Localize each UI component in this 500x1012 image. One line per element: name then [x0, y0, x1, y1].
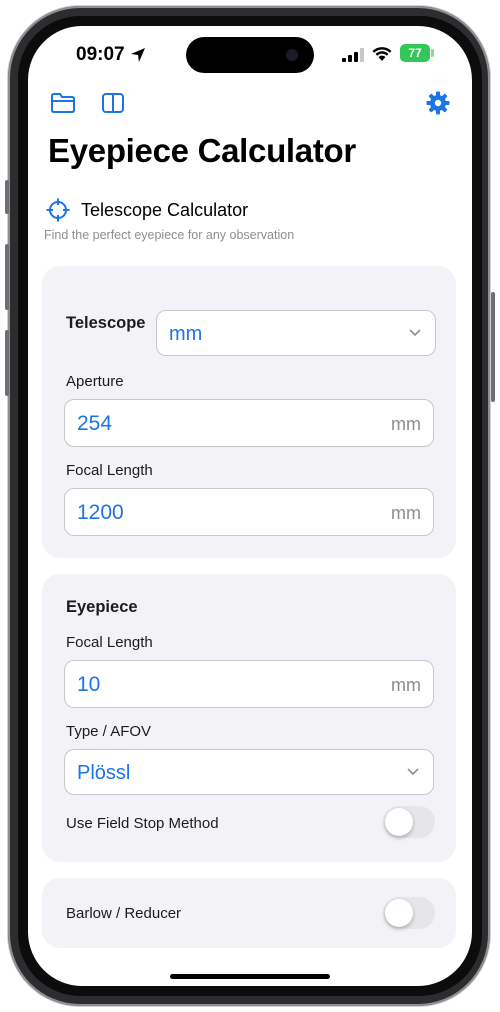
telescope-unit-value: mm — [169, 323, 203, 345]
action-button — [5, 180, 9, 214]
eyepiece-card: Eyepiece Focal Length 10 mm Type / AFOV … — [42, 574, 456, 862]
volume-down-button — [5, 330, 9, 396]
camera-icon — [286, 49, 298, 61]
chevron-down-icon — [407, 768, 419, 776]
location-arrow-icon — [131, 48, 145, 62]
aperture-field[interactable]: 254 mm — [64, 399, 434, 447]
aperture-label: Aperture — [66, 373, 124, 390]
volume-up-button — [5, 244, 9, 310]
telescope-heading: Telescope — [66, 314, 146, 332]
scope-icon — [46, 198, 70, 222]
type-afov-value: Plössl — [77, 762, 131, 784]
eyepiece-focal-length-label: Focal Length — [66, 634, 153, 651]
sidebar-icon[interactable] — [100, 91, 126, 115]
home-indicator[interactable] — [170, 974, 330, 979]
folder-icon[interactable] — [50, 91, 76, 115]
barlow-label: Barlow / Reducer — [66, 905, 182, 922]
page-title: Eyepiece Calculator — [48, 132, 356, 169]
aperture-unit: mm — [391, 414, 421, 434]
barlow-toggle[interactable] — [383, 897, 435, 929]
dynamic-island — [186, 37, 314, 73]
field-stop-toggle[interactable] — [383, 806, 435, 838]
eyepiece-focal-length-value: 10 — [77, 673, 101, 696]
focal-length-label: Focal Length — [66, 462, 153, 479]
aperture-value: 254 — [77, 412, 113, 435]
cellular-signal-icon — [342, 48, 364, 62]
gear-icon[interactable] — [425, 91, 451, 115]
status-time: 09:07 — [76, 44, 125, 65]
battery-level: 77 — [408, 46, 422, 60]
eyepiece-heading: Eyepiece — [66, 598, 138, 616]
chevron-down-icon — [409, 329, 421, 337]
eyepiece-focal-length-unit: mm — [391, 675, 421, 695]
battery-tip — [431, 49, 434, 57]
toggle-knob — [385, 899, 413, 927]
type-afov-select[interactable]: Plössl — [64, 749, 434, 795]
type-afov-label: Type / AFOV — [66, 723, 152, 740]
field-stop-label: Use Field Stop Method — [66, 815, 219, 832]
eyepiece-focal-length-field[interactable]: 10 mm — [64, 660, 434, 708]
barlow-card: Barlow / Reducer — [42, 878, 456, 948]
telescope-card: Telescope mm Aperture 254 mm Focal Lengt… — [42, 266, 456, 558]
telescope-unit-select[interactable]: mm — [156, 310, 436, 356]
screen: 09:07 77 Eyepiece Calculator Telescope C… — [28, 26, 472, 986]
section-title: Telescope Calculator — [81, 200, 249, 220]
section-subtitle: Find the perfect eyepiece for any observ… — [44, 228, 295, 242]
battery-indicator: 77 — [400, 44, 430, 62]
wifi-icon — [372, 47, 392, 61]
telescope-focal-length-field[interactable]: 1200 mm — [64, 488, 434, 536]
telescope-focal-length-value: 1200 — [77, 501, 124, 524]
toggle-knob — [385, 808, 413, 836]
power-button — [491, 292, 495, 402]
telescope-focal-length-unit: mm — [391, 503, 421, 523]
